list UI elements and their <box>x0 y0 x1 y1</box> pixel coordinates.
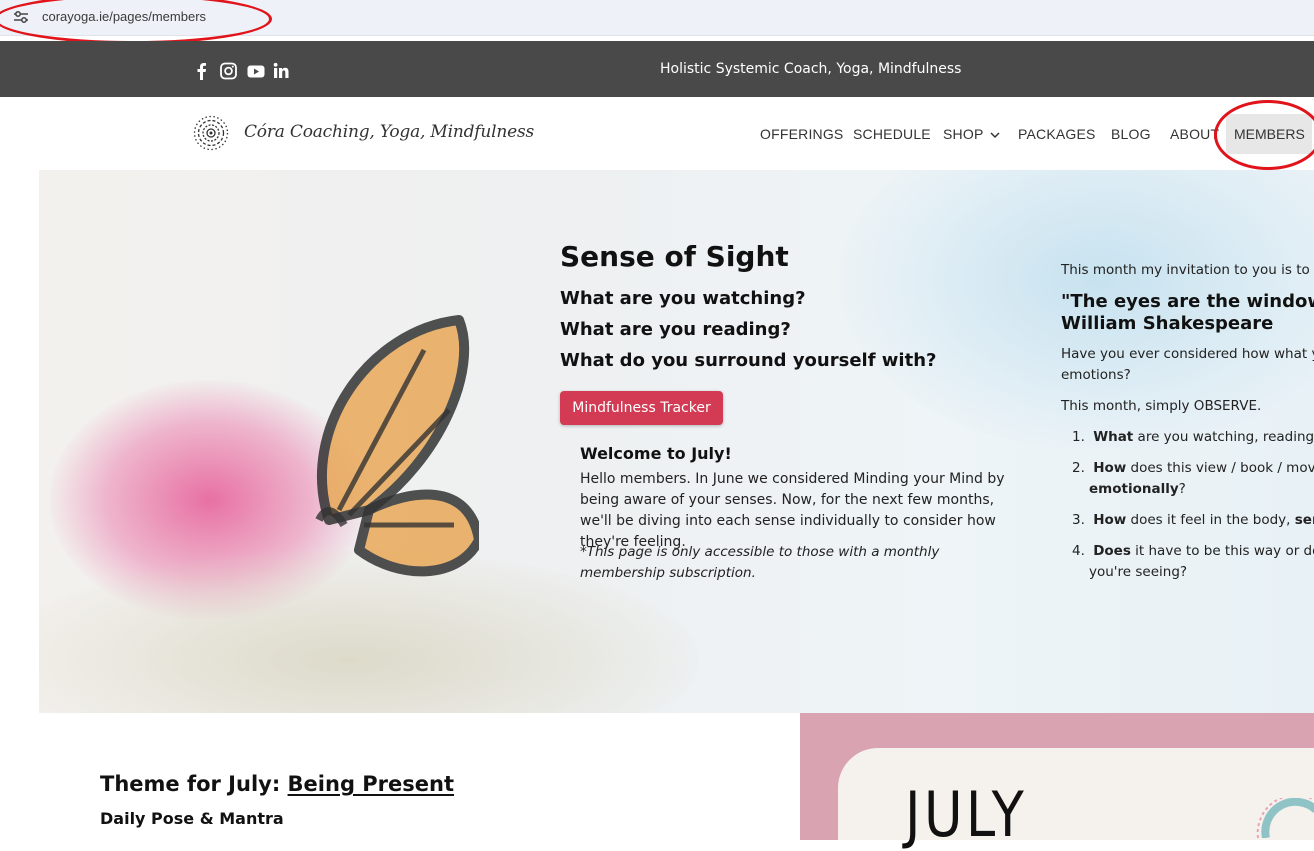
paragraph-line: emotions? <box>1061 367 1131 383</box>
nav-about[interactable]: ABOUT <box>1170 126 1219 142</box>
theme-prefix: Theme for July: <box>100 772 288 796</box>
theme-heading: Theme for July: Being Present <box>100 772 454 796</box>
nav-shop[interactable]: SHOP <box>943 126 1000 142</box>
july-card-title: JULY <box>905 778 1028 851</box>
quote-line: "The eyes are the windows t <box>1061 291 1314 312</box>
membership-note: *This page is only accessible to those w… <box>580 544 940 581</box>
nav-blog[interactable]: BLOG <box>1111 126 1151 142</box>
nav-shop-label: SHOP <box>943 126 984 142</box>
url-text[interactable]: corayoga.ie/pages/members <box>42 9 206 24</box>
youtube-icon[interactable] <box>247 62 265 80</box>
list-item: 4. Does it have to be this way or do y <box>1072 543 1314 559</box>
hero-title: Sense of Sight <box>560 240 789 273</box>
list-item-continuation: emotionally? <box>1089 481 1186 497</box>
nav-schedule[interactable]: SCHEDULE <box>853 126 931 142</box>
list-item: 1. What are you watching, reading, l <box>1072 429 1314 445</box>
quote-author: William Shakespeare <box>1061 313 1274 334</box>
chevron-down-icon <box>990 132 1000 139</box>
facebook-icon[interactable] <box>195 62 207 80</box>
nav-members[interactable]: MEMBERS <box>1226 114 1312 154</box>
linkedin-icon[interactable] <box>273 62 289 80</box>
hero-question: What do you surround yourself with? <box>560 350 937 371</box>
invitation-text: This month my invitation to you is to n <box>1061 262 1314 278</box>
instagram-icon[interactable] <box>220 62 237 80</box>
welcome-heading: Welcome to July! <box>580 444 732 463</box>
site-tagline: Holistic Systemic Coach, Yoga, Mindfulne… <box>660 61 962 77</box>
hero-question: What are you reading? <box>560 319 791 340</box>
paragraph-line: Have you ever considered how what yo <box>1061 346 1314 362</box>
hero-question: What are you watching? <box>560 288 806 309</box>
welcome-text: Hello members. In June we considered Min… <box>580 471 1005 550</box>
nav-offerings[interactable]: OFFERINGS <box>760 126 843 142</box>
sun-decoration-icon <box>1256 798 1314 838</box>
theme-link[interactable]: Being Present <box>288 772 454 796</box>
list-item-continuation: you're seeing? <box>1089 564 1188 580</box>
daily-pose-heading: Daily Pose & Mantra <box>100 809 284 828</box>
nav-packages[interactable]: PACKAGES <box>1018 126 1096 142</box>
nav-members-label: MEMBERS <box>1234 126 1305 142</box>
browser-address-bar: corayoga.ie/pages/members <box>0 0 1314 36</box>
site-logo-text[interactable]: Córa Coaching, Yoga, Mindfulness <box>244 122 534 142</box>
butterfly-illustration <box>315 315 479 577</box>
list-item: 3. How does it feel in the body, sensa <box>1072 512 1314 528</box>
site-settings-icon[interactable] <box>13 10 29 24</box>
list-item: 2. How does this view / book / movie <box>1072 460 1314 476</box>
observe-text: This month, simply OBSERVE. <box>1061 398 1262 414</box>
mandala-logo-icon[interactable] <box>193 115 229 151</box>
mindfulness-tracker-button[interactable]: Mindfulness Tracker <box>560 391 723 425</box>
